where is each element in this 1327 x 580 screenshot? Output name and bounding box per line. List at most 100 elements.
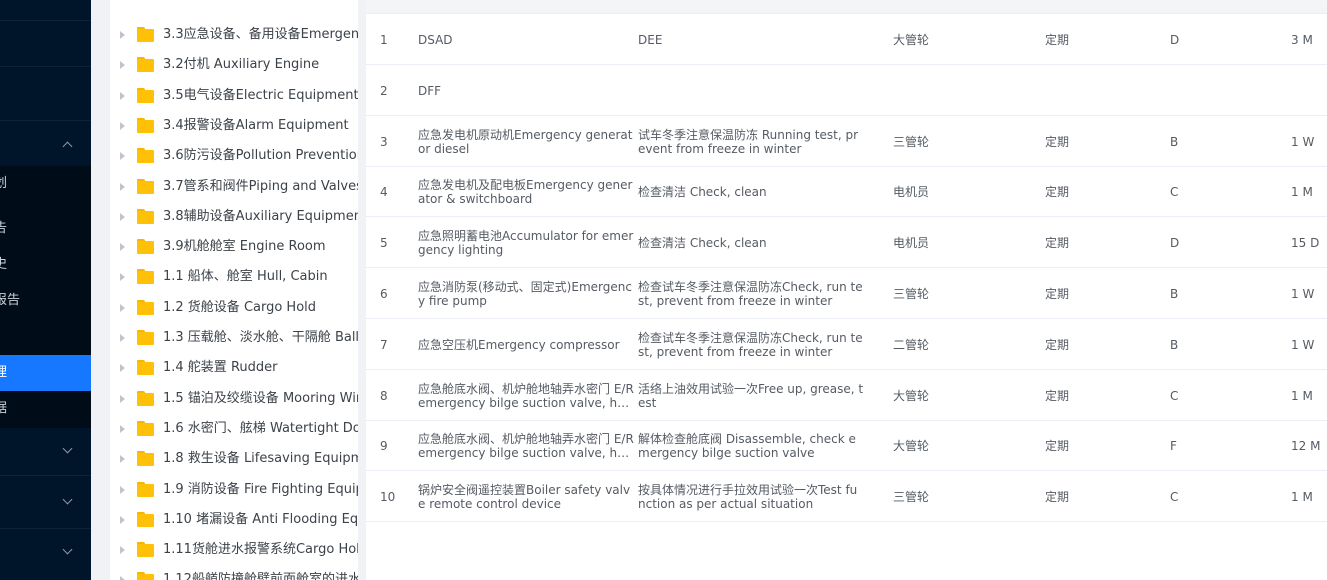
responsible-person: 二管轮 <box>893 337 930 352</box>
sidebar-item-label: 史 <box>0 257 8 272</box>
tree-node[interactable]: 1.11货舱进水报警系统Cargo Hold <box>110 535 358 565</box>
caret-right-icon[interactable] <box>120 364 125 372</box>
caret-right-icon[interactable] <box>120 61 125 69</box>
maintenance-cycle-cell: 1 W <box>1291 268 1327 319</box>
tree-node[interactable]: 3.6防污设备Pollution Prevention <box>110 141 358 171</box>
maintenance-table: 1 DSAD DEE 大管轮 定期 D 3 M 2 DFF 3 应急发电机原动机Emergency … <box>366 0 1327 580</box>
maintenance-level-cell: B <box>1170 116 1270 167</box>
tree-node[interactable]: 1.10 堵漏设备 Anti Flooding Equipment <box>110 505 358 535</box>
sidebar-item-label: 理 <box>0 365 8 380</box>
maintenance-type-cell: 定期 <box>1045 370 1145 421</box>
sidebar-group-expanded[interactable] <box>0 128 91 164</box>
table-row[interactable]: 8 应急舱底水阀、机炉舱地轴弄水密门 E/R emergency bilge su… <box>366 370 1327 421</box>
equipment-name-cell: 应急发电机原动机Emergency generator diesel <box>418 116 636 167</box>
caret-right-icon[interactable] <box>120 546 125 554</box>
tree-node[interactable]: 1.6 水密门、舷梯 Watertight Door <box>110 414 358 444</box>
table-row[interactable]: 1 DSAD DEE 大管轮 定期 D 3 M <box>366 14 1327 65</box>
responsible-person: 大管轮 <box>893 438 930 453</box>
responsible-person-cell: 电机员 <box>893 217 1013 268</box>
tree-node[interactable]: 3.7管系和阀件Piping and Valves <box>110 172 358 202</box>
sidebar-item-label: 告 <box>0 221 8 236</box>
row-number-cell: 4 <box>380 166 420 217</box>
caret-right-icon[interactable] <box>120 304 125 312</box>
tree-node-label: 3.6防污设备Pollution Prevention <box>163 148 358 163</box>
table-row[interactable]: 2 DFF <box>366 65 1327 116</box>
sidebar-group[interactable] <box>0 483 91 519</box>
caret-right-icon[interactable] <box>120 122 125 130</box>
equipment-name: 应急空压机Emergency compressor <box>418 337 620 352</box>
sidebar: 划 告 史 报告 理 据 <box>0 0 91 580</box>
work-content: 解体检查舱底阀 Disassemble, check emergency bil… <box>638 431 856 460</box>
tree-node[interactable]: 3.5电气设备Electric Equipment <box>110 81 358 111</box>
maintenance-cycle-cell: 1 M <box>1291 370 1327 421</box>
row-number: 3 <box>380 134 388 149</box>
app-root: 划 告 史 报告 理 据 3.3应急设备、备用设备Emergency 3.2付机 … <box>0 0 1327 580</box>
tree-node[interactable]: 1.8 救生设备 Lifesaving Equipment <box>110 444 358 474</box>
sidebar-item-data[interactable]: 据 <box>0 391 91 427</box>
sidebar-item-history[interactable]: 史 <box>0 247 91 283</box>
chevron-down-icon <box>62 494 73 505</box>
tree-node[interactable]: 3.3应急设备、备用设备Emergency <box>110 20 358 50</box>
row-number-cell: 6 <box>380 268 420 319</box>
caret-right-icon[interactable] <box>120 213 125 221</box>
row-number: 4 <box>380 184 388 199</box>
equipment-name-cell: 应急照明蓄电池Accumulator for emergency lightin… <box>418 217 636 268</box>
table-row[interactable]: 5 应急照明蓄电池Accumulator for emergency lighti… <box>366 217 1327 268</box>
tree-node[interactable]: 1.1 船体、舱室 Hull, Cabin <box>110 262 358 292</box>
sidebar-item-reports[interactable]: 报告 <box>0 283 91 319</box>
sidebar-item-manage[interactable]: 理 <box>0 355 91 391</box>
maintenance-level-cell: B <box>1170 268 1270 319</box>
maintenance-cycle: 1 W <box>1291 337 1315 352</box>
tree-node[interactable]: 3.9机舱舱室 Engine Room <box>110 232 358 262</box>
maintenance-level: C <box>1170 184 1179 199</box>
maintenance-type: 定期 <box>1045 489 1070 504</box>
tree-node[interactable]: 1.2 货舱设备 Cargo Hold <box>110 293 358 323</box>
tree-node[interactable]: 1.4 舵装置 Rudder <box>110 353 358 383</box>
folder-icon <box>137 482 154 497</box>
work-content-cell: 活络上油效用试验一次Free up, grease, test <box>638 370 864 421</box>
caret-right-icon[interactable] <box>120 425 125 433</box>
table-row[interactable]: 9 应急舱底水阀、机炉舱地轴弄水密门 E/R emergency bilge su… <box>366 420 1327 471</box>
table-row[interactable]: 4 应急发电机及配电板Emergency generator & switchbo… <box>366 166 1327 217</box>
caret-right-icon[interactable] <box>120 152 125 160</box>
tree-node[interactable]: 1.5 锚泊及绞缆设备 Mooring Winch <box>110 384 358 414</box>
caret-right-icon[interactable] <box>120 576 125 580</box>
caret-right-icon[interactable] <box>120 334 125 342</box>
sidebar-item-report[interactable]: 告 <box>0 211 91 247</box>
tree-node[interactable]: 1.3 压载舱、淡水舱、干隔舱 Ballast <box>110 323 358 353</box>
caret-right-icon[interactable] <box>120 486 125 494</box>
sidebar-group[interactable] <box>0 432 91 468</box>
tree-node[interactable]: 3.8辅助设备Auxiliary Equipment <box>110 202 358 232</box>
tree-node-label: 1.2 货舱设备 Cargo Hold <box>163 300 317 315</box>
table-row[interactable]: 7 应急空压机Emergency compressor 检查试车冬季注意保温防冻Ch… <box>366 319 1327 370</box>
tree-node-label: 1.5 锚泊及绞缆设备 Mooring Winch <box>163 391 358 406</box>
caret-right-icon[interactable] <box>120 92 125 100</box>
table-row[interactable]: 10 锅炉安全阀遥控装置Boiler safety valve remote co… <box>366 471 1327 522</box>
tree-node[interactable]: 1.12船艏防撞舱壁前面舱室的进水 <box>110 565 358 580</box>
caret-right-icon[interactable] <box>120 273 125 281</box>
table-header <box>366 0 1327 14</box>
table-row[interactable]: 3 应急发电机原动机Emergency generator diesel 试车冬季注… <box>366 116 1327 167</box>
work-content-cell: 试车冬季注意保温防冻 Running test, prevent from fr… <box>638 116 864 167</box>
table-row[interactable]: 6 应急消防泵(移动式、固定式)Emergency fire pump 检查试车冬季… <box>366 268 1327 319</box>
row-number: 9 <box>380 438 388 453</box>
folder-icon <box>137 148 154 163</box>
work-content-cell: 检查试车冬季注意保温防冻Check, run test, prevent fro… <box>638 319 864 370</box>
equipment-name-cell: DSAD <box>418 14 636 65</box>
tree-node[interactable]: 3.4报警设备Alarm Equipment <box>110 111 358 141</box>
tree-node[interactable]: 3.2付机 Auxiliary Engine <box>110 50 358 80</box>
responsible-person: 三管轮 <box>893 489 930 504</box>
sidebar-item-plan[interactable]: 划 <box>0 166 91 202</box>
responsible-person-cell: 大管轮 <box>893 420 1013 471</box>
caret-right-icon[interactable] <box>120 243 125 251</box>
tree-node-label: 3.4报警设备Alarm Equipment <box>163 118 349 133</box>
caret-right-icon[interactable] <box>120 31 125 39</box>
maintenance-level-cell: D <box>1170 217 1270 268</box>
maintenance-cycle: 1 M <box>1291 489 1313 504</box>
caret-right-icon[interactable] <box>120 183 125 191</box>
caret-right-icon[interactable] <box>120 395 125 403</box>
caret-right-icon[interactable] <box>120 455 125 463</box>
sidebar-group[interactable] <box>0 533 91 569</box>
caret-right-icon[interactable] <box>120 516 125 524</box>
tree-node[interactable]: 1.9 消防设备 Fire Fighting Equipment <box>110 475 358 505</box>
